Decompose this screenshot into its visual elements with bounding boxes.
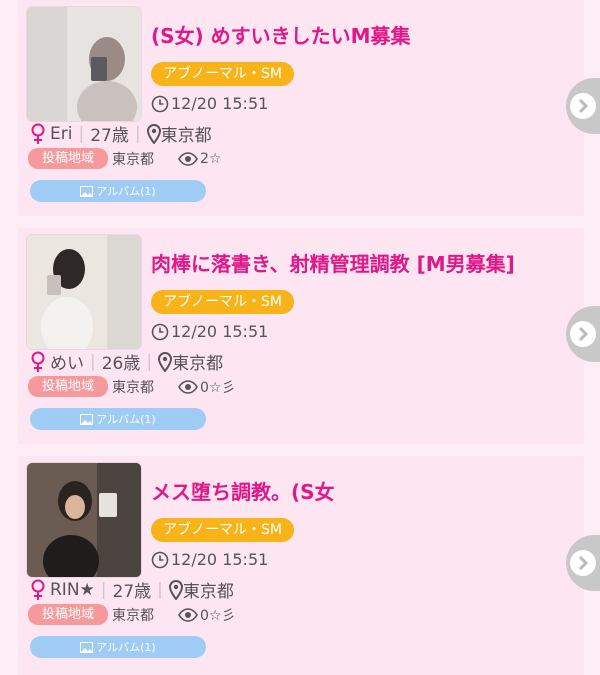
category-badge: アブノーマル・SM <box>151 290 294 314</box>
separator: | <box>100 579 107 600</box>
user-name: Eri <box>50 123 73 144</box>
region-text: 東京都 <box>112 379 155 396</box>
album-label: アルバム(1) <box>96 185 156 198</box>
female-icon <box>31 123 45 144</box>
separator: | <box>157 579 163 600</box>
region-text: 東京都 <box>112 607 155 624</box>
profile-info: めい | 26歳 | 東京都 <box>30 349 223 374</box>
views-count: 2☆ <box>200 150 222 167</box>
user-age: 27歳 <box>90 126 129 146</box>
album-button[interactable]: アルバム(1) <box>30 408 206 430</box>
chevron-right-icon <box>570 321 596 347</box>
profile-info: Eri | 27歳 | 東京都 <box>30 121 212 146</box>
profile-info: RIN★ | 27歳 | 東京都 <box>30 577 234 602</box>
post-title[interactable]: メス堕ち調教。(S女 <box>151 476 335 505</box>
region-badge: 投稿地域 <box>28 148 109 169</box>
separator: | <box>134 123 141 144</box>
post-card[interactable]: (S女) めすいきしたいM募集 アブノーマル・SM 12/20 15:51 Er… <box>18 0 584 216</box>
eye-icon <box>178 379 198 394</box>
user-age: 26歳 <box>101 354 141 374</box>
location-pin-icon <box>146 123 161 144</box>
post-photo[interactable] <box>26 462 142 578</box>
image-icon <box>80 641 94 653</box>
separator: | <box>90 351 96 372</box>
album-button[interactable]: アルバム(1) <box>30 636 206 658</box>
album-button[interactable]: アルバム(1) <box>30 180 206 202</box>
location-pin-icon <box>168 579 183 600</box>
time-text: 12/20 15:51 <box>171 322 269 341</box>
female-icon <box>31 579 45 600</box>
post-time: 12/20 15:51 <box>151 322 268 341</box>
region-badge: 投稿地域 <box>28 376 109 397</box>
views-count: 0☆彡 <box>200 607 236 624</box>
post-photo[interactable] <box>26 234 142 350</box>
post-time: 12/20 15:51 <box>151 94 268 113</box>
region-badge: 投稿地域 <box>28 604 109 625</box>
user-location: 東京都 <box>182 582 234 602</box>
post-time: 12/20 15:51 <box>151 550 268 569</box>
user-age: 27歳 <box>112 582 152 602</box>
chevron-right-icon <box>570 93 596 119</box>
eye-icon <box>178 151 198 166</box>
user-name: RIN★ <box>50 579 95 600</box>
post-photo[interactable] <box>26 6 142 122</box>
post-card[interactable]: メス堕ち調教。(S女 アブノーマル・SM 12/20 15:51 RIN★ | … <box>18 456 584 675</box>
clock-icon <box>151 95 169 112</box>
views-count: 0☆彡 <box>200 379 236 396</box>
user-name: めい <box>50 354 84 374</box>
location-pin-icon <box>158 351 173 372</box>
time-text: 12/20 15:51 <box>171 550 269 569</box>
views: 0☆彡 <box>178 605 235 625</box>
female-icon <box>31 351 45 372</box>
album-label: アルバム(1) <box>96 413 156 426</box>
eye-icon <box>178 607 198 622</box>
region-text: 東京都 <box>112 151 155 168</box>
album-label: アルバム(1) <box>96 641 156 654</box>
post-card[interactable]: 肉棒に落書き、射精管理調教 [M男募集] アブノーマル・SM 12/20 15:… <box>18 228 584 444</box>
separator: | <box>78 123 85 144</box>
views: 0☆彡 <box>178 377 235 397</box>
category-badge: アブノーマル・SM <box>151 518 294 542</box>
image-icon <box>80 185 94 197</box>
user-location: 東京都 <box>172 354 224 374</box>
time-text: 12/20 15:51 <box>171 94 269 113</box>
chevron-right-icon <box>570 550 596 576</box>
image-icon <box>80 413 94 425</box>
views: 2☆ <box>178 151 221 167</box>
separator: | <box>146 351 153 372</box>
post-title[interactable]: (S女) めすいきしたいM募集 <box>151 20 411 49</box>
clock-icon <box>151 323 169 340</box>
region-row: 投稿地域 東京都 2☆ <box>28 148 221 169</box>
category-badge: アブノーマル・SM <box>151 62 294 86</box>
region-row: 投稿地域 東京都 0☆彡 <box>28 604 235 625</box>
user-location: 東京都 <box>160 126 212 146</box>
region-row: 投稿地域 東京都 0☆彡 <box>28 376 235 397</box>
clock-icon <box>151 551 169 568</box>
post-title[interactable]: 肉棒に落書き、射精管理調教 [M男募集] <box>151 248 515 277</box>
